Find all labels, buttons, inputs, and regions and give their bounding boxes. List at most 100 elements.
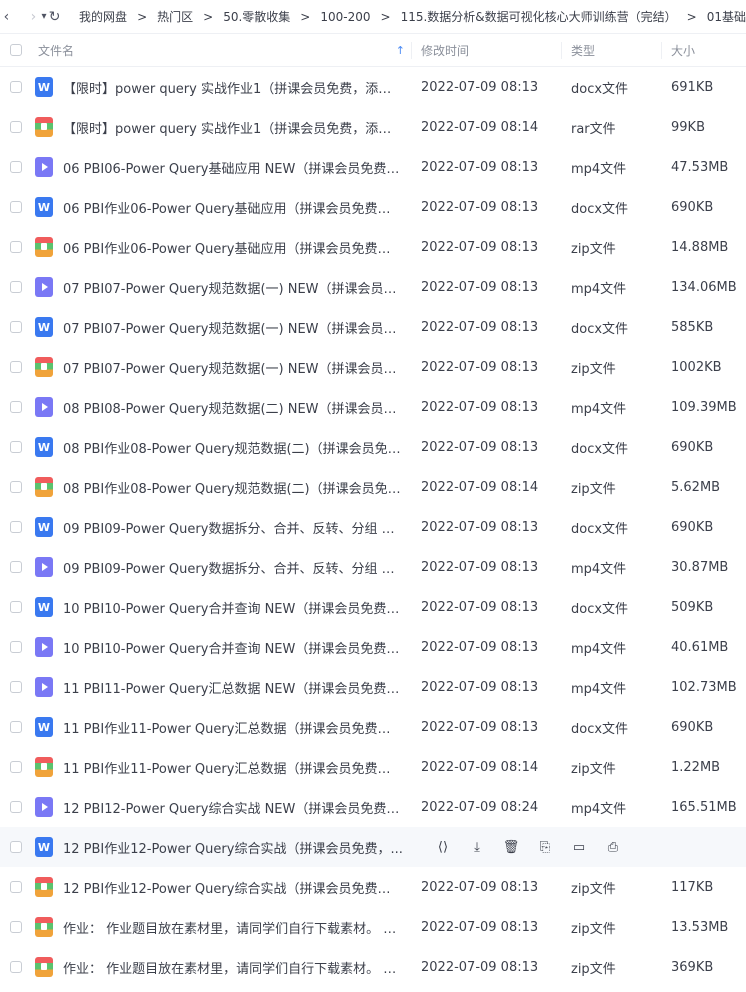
row-checkbox[interactable] xyxy=(10,201,22,213)
file-name[interactable]: 12 PBI作业12-Power Query综合实战（拼课会员免费，添加... xyxy=(63,878,403,897)
row-checkbox[interactable] xyxy=(10,721,22,733)
copy-icon[interactable]: ▭ xyxy=(562,837,596,857)
file-name[interactable]: 07 PBI07-Power Query规范数据(一) NEW（拼课会员免费，.… xyxy=(63,318,403,337)
file-name-cell[interactable]: 08 PBI08-Power Query规范数据(二) NEW（拼课会员免费，.… xyxy=(35,397,412,417)
row-checkbox-cell[interactable] xyxy=(0,281,38,293)
row-checkbox-cell[interactable] xyxy=(0,881,38,893)
file-name-cell[interactable]: 作业： 作业题目放在素材里，请同学们自行下载素材。 做作... xyxy=(35,917,412,937)
file-name-cell[interactable]: 09 PBI09-Power Query数据拆分、合并、反转、分组 NEW... xyxy=(35,557,412,577)
file-name[interactable]: 08 PBI作业08-Power Query规范数据(二)（拼课会员免费，... xyxy=(63,438,403,457)
table-row[interactable]: 11 PBI作业11-Power Query汇总数据（拼课会员免费，添加... 2… xyxy=(0,747,746,787)
breadcrumb-item[interactable]: 100-200 xyxy=(320,10,370,24)
row-checkbox[interactable] xyxy=(10,641,22,653)
file-name-cell[interactable]: W 06 PBI作业06-Power Query基础应用（拼课会员免费，添加... xyxy=(35,197,412,217)
file-name-cell[interactable]: 10 PBI10-Power Query合并查询 NEW（拼课会员免费，添... xyxy=(35,637,412,657)
header-type[interactable]: 类型 xyxy=(562,41,662,59)
file-name[interactable]: 10 PBI10-Power Query合并查询 NEW（拼课会员免费，添... xyxy=(63,598,403,617)
row-checkbox[interactable] xyxy=(10,561,22,573)
file-name-cell[interactable]: 11 PBI11-Power Query汇总数据 NEW（拼课会员免费，添... xyxy=(35,677,412,697)
row-checkbox[interactable] xyxy=(10,321,22,333)
table-row[interactable]: W 07 PBI07-Power Query规范数据(一) NEW（拼课会员免费，… xyxy=(0,307,746,347)
file-name[interactable]: 08 PBI08-Power Query规范数据(二) NEW（拼课会员免费，.… xyxy=(63,398,403,417)
history-dropdown-icon[interactable]: ▾ xyxy=(40,0,48,33)
file-name-cell[interactable]: 12 PBI12-Power Query综合实战 NEW（拼课会员免费，添... xyxy=(35,797,412,817)
row-checkbox[interactable] xyxy=(10,921,22,933)
table-row[interactable]: 07 PBI07-Power Query规范数据(一) NEW（拼课会员免费，.… xyxy=(0,347,746,387)
table-row[interactable]: 11 PBI11-Power Query汇总数据 NEW（拼课会员免费，添...… xyxy=(0,667,746,707)
file-name-cell[interactable]: W 07 PBI07-Power Query规范数据(一) NEW（拼课会员免费，… xyxy=(35,317,412,337)
share-icon[interactable]: ⟨⟩ xyxy=(426,837,460,857)
file-name[interactable]: 07 PBI07-Power Query规范数据(一) NEW（拼课会员免费，.… xyxy=(63,358,403,377)
row-checkbox[interactable] xyxy=(10,241,22,253)
row-checkbox-cell[interactable] xyxy=(0,161,38,173)
row-checkbox[interactable] xyxy=(10,361,22,373)
header-time[interactable]: 修改时间 xyxy=(412,41,562,59)
file-name-cell[interactable]: W 11 PBI作业11-Power Query汇总数据（拼课会员免费，添加... xyxy=(35,717,412,737)
file-name[interactable]: 【限时】power query 实战作业1（拼课会员免费，添加微信... xyxy=(63,118,403,137)
file-name-cell[interactable]: 【限时】power query 实战作业1（拼课会员免费，添加微信... xyxy=(35,117,412,137)
row-checkbox[interactable] xyxy=(10,761,22,773)
row-checkbox[interactable] xyxy=(10,81,22,93)
table-row[interactable]: W 12 PBI作业12-Power Query综合实战（拼课会员免费，... ⟨⟩… xyxy=(0,827,746,867)
table-row[interactable]: W 11 PBI作业11-Power Query汇总数据（拼课会员免费，添加...… xyxy=(0,707,746,747)
row-checkbox[interactable] xyxy=(10,521,22,533)
file-name[interactable]: 11 PBI作业11-Power Query汇总数据（拼课会员免费，添加... xyxy=(63,718,403,737)
row-checkbox[interactable] xyxy=(10,801,22,813)
table-row[interactable]: 07 PBI07-Power Query规范数据(一) NEW（拼课会员免费，.… xyxy=(0,267,746,307)
file-name-cell[interactable]: W 09 PBI09-Power Query数据拆分、合并、反转、分组 NEW..… xyxy=(35,517,412,537)
row-checkbox-cell[interactable] xyxy=(0,961,38,973)
file-name-cell[interactable]: 06 PBI作业06-Power Query基础应用（拼课会员免费，添加... xyxy=(35,237,412,257)
row-checkbox[interactable] xyxy=(10,401,22,413)
file-name[interactable]: 07 PBI07-Power Query规范数据(一) NEW（拼课会员免费，.… xyxy=(63,278,403,297)
row-checkbox[interactable] xyxy=(10,281,22,293)
breadcrumb-item[interactable]: 50.零散收集 xyxy=(223,8,290,25)
row-checkbox[interactable] xyxy=(10,481,22,493)
file-name[interactable]: 10 PBI10-Power Query合并查询 NEW（拼课会员免费，添... xyxy=(63,638,403,657)
download-icon[interactable]: ⤓ xyxy=(460,837,494,857)
row-checkbox-cell[interactable] xyxy=(0,241,38,253)
table-row[interactable]: 08 PBI作业08-Power Query规范数据(二)（拼课会员免费，...… xyxy=(0,467,746,507)
row-checkbox-cell[interactable] xyxy=(0,681,38,693)
select-all-cell[interactable] xyxy=(0,44,38,56)
file-name[interactable]: 【限时】power query 实战作业1（拼课会员免费，添加微信... xyxy=(63,78,403,97)
file-name-cell[interactable]: 11 PBI作业11-Power Query汇总数据（拼课会员免费，添加... xyxy=(35,757,412,777)
file-name-cell[interactable]: 06 PBI06-Power Query基础应用 NEW（拼课会员免费，添... xyxy=(35,157,412,177)
file-name[interactable]: 06 PBI作业06-Power Query基础应用（拼课会员免费，添加... xyxy=(63,198,403,217)
file-name-cell[interactable]: W 【限时】power query 实战作业1（拼课会员免费，添加微信... xyxy=(35,77,412,97)
file-name[interactable]: 11 PBI作业11-Power Query汇总数据（拼课会员免费，添加... xyxy=(63,758,403,777)
row-checkbox-cell[interactable] xyxy=(0,121,38,133)
table-row[interactable]: 10 PBI10-Power Query合并查询 NEW（拼课会员免费，添...… xyxy=(0,627,746,667)
more-icon[interactable]: ⎙ xyxy=(596,837,630,857)
row-checkbox-cell[interactable] xyxy=(0,321,38,333)
file-name[interactable]: 12 PBI作业12-Power Query综合实战（拼课会员免费，... xyxy=(63,838,403,857)
file-name[interactable]: 09 PBI09-Power Query数据拆分、合并、反转、分组 NEW... xyxy=(63,558,403,577)
row-checkbox-cell[interactable] xyxy=(0,801,38,813)
table-row[interactable]: 08 PBI08-Power Query规范数据(二) NEW（拼课会员免费，.… xyxy=(0,387,746,427)
row-checkbox[interactable] xyxy=(10,841,22,853)
row-checkbox-cell[interactable] xyxy=(0,441,38,453)
delete-icon[interactable]: 🗑 xyxy=(494,837,528,857)
table-row[interactable]: 作业： 作业题目放在素材里，请同学们自行下载素材。 做作... 2022-07-0… xyxy=(0,947,746,987)
select-all-checkbox[interactable] xyxy=(10,44,22,56)
row-checkbox-cell[interactable] xyxy=(0,521,38,533)
file-name-cell[interactable]: W 10 PBI10-Power Query合并查询 NEW（拼课会员免费，添..… xyxy=(35,597,412,617)
file-name-cell[interactable]: 08 PBI作业08-Power Query规范数据(二)（拼课会员免费，... xyxy=(35,477,412,497)
breadcrumb-item[interactable]: 115.数据分析&数据可视化核心大师训练营（完结） xyxy=(401,8,677,25)
row-checkbox-cell[interactable] xyxy=(0,721,38,733)
file-name-cell[interactable]: 作业： 作业题目放在素材里，请同学们自行下载素材。 做作... xyxy=(35,957,412,977)
row-checkbox-cell[interactable] xyxy=(0,361,38,373)
row-checkbox-cell[interactable] xyxy=(0,641,38,653)
file-name[interactable]: 作业： 作业题目放在素材里，请同学们自行下载素材。 做作... xyxy=(63,958,403,977)
row-checkbox-cell[interactable] xyxy=(0,761,38,773)
file-name[interactable]: 09 PBI09-Power Query数据拆分、合并、反转、分组 NEW... xyxy=(63,518,403,537)
file-name[interactable]: 06 PBI作业06-Power Query基础应用（拼课会员免费，添加... xyxy=(63,238,403,257)
breadcrumb-item[interactable]: 热门区 xyxy=(157,8,193,25)
rename-icon[interactable]: ⎘ xyxy=(528,837,562,857)
sort-asc-icon[interactable]: ↑ xyxy=(396,44,405,57)
file-name[interactable]: 12 PBI12-Power Query综合实战 NEW（拼课会员免费，添... xyxy=(63,798,403,817)
row-checkbox[interactable] xyxy=(10,601,22,613)
file-name-cell[interactable]: W 08 PBI作业08-Power Query规范数据(二)（拼课会员免费，..… xyxy=(35,437,412,457)
table-row[interactable]: W 09 PBI09-Power Query数据拆分、合并、反转、分组 NEW..… xyxy=(0,507,746,547)
table-row[interactable]: 09 PBI09-Power Query数据拆分、合并、反转、分组 NEW...… xyxy=(0,547,746,587)
row-checkbox[interactable] xyxy=(10,681,22,693)
